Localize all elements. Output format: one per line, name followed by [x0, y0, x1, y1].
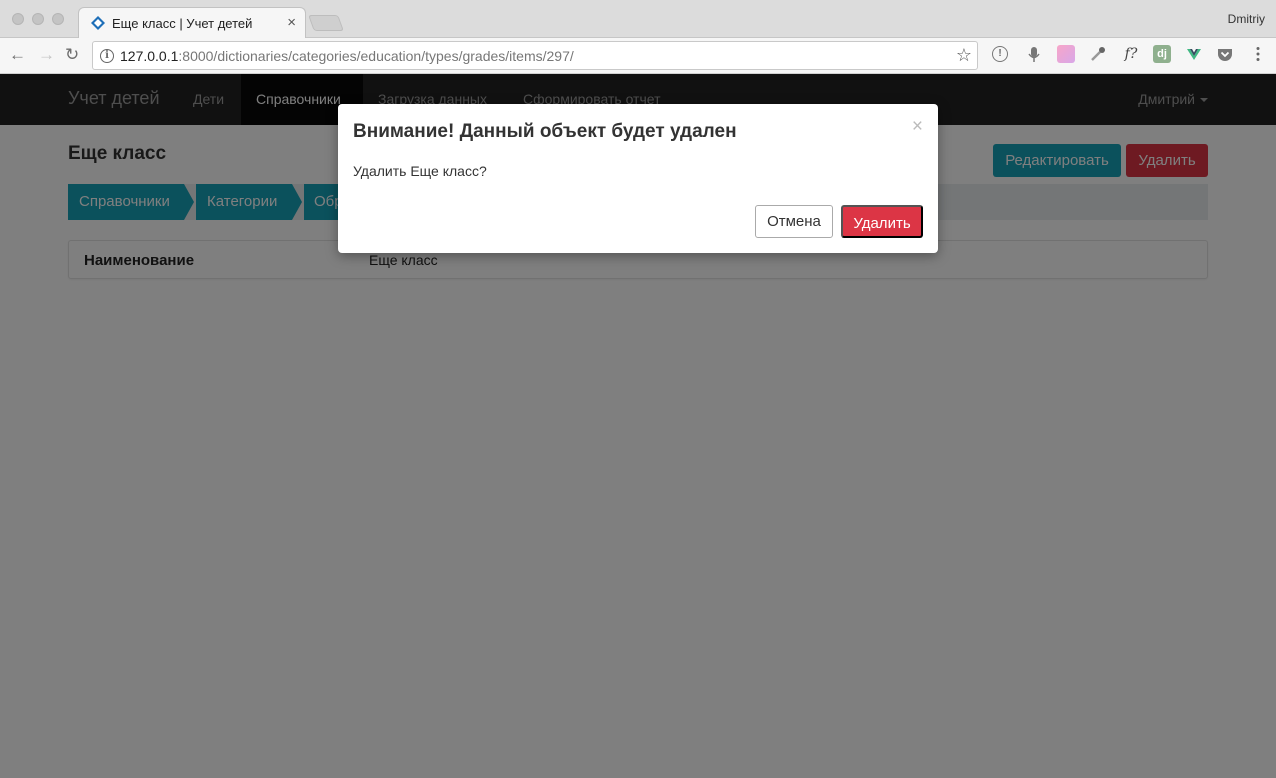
url-host: 127.0.0.1: [120, 48, 179, 64]
eyedropper-icon[interactable]: [1089, 45, 1107, 63]
browser-tab[interactable]: Еще класс | Учет детей ×: [78, 7, 306, 39]
tab-close-icon[interactable]: ×: [287, 14, 296, 31]
bookmark-star-icon[interactable]: ☆: [956, 45, 972, 66]
back-arrow-icon[interactable]: ←: [9, 46, 26, 64]
url-text[interactable]: 127.0.0.1:8000/dictionaries/categories/e…: [120, 48, 574, 64]
pocket-icon[interactable]: [1216, 45, 1234, 63]
close-window-icon[interactable]: [12, 13, 24, 25]
color-extension-icon[interactable]: [1057, 45, 1075, 63]
profile-name[interactable]: Dmitriy: [1228, 12, 1265, 26]
vue-devtools-icon[interactable]: [1185, 45, 1203, 63]
reload-icon[interactable]: ↻: [65, 46, 79, 64]
maximize-window-icon[interactable]: [52, 13, 64, 25]
forward-arrow-icon[interactable]: →: [38, 46, 55, 64]
password-extension-icon[interactable]: !: [992, 46, 1008, 62]
close-icon[interactable]: ×: [912, 117, 923, 136]
modal-title: Внимание! Данный объект будет удален: [353, 121, 737, 142]
new-tab-button[interactable]: [308, 15, 344, 31]
delete-confirm-modal: Внимание! Данный объект будет удален × У…: [338, 104, 938, 253]
microphone-icon[interactable]: [1025, 45, 1043, 63]
cancel-button[interactable]: Отмена: [755, 205, 833, 238]
page-content: Учет детей Дети Справочники Загрузка дан…: [0, 74, 1276, 778]
browser-titlebar: Еще класс | Учет детей × Dmitriy: [0, 0, 1276, 39]
address-bar[interactable]: i 127.0.0.1:8000/dictionaries/categories…: [92, 41, 978, 70]
site-info-icon[interactable]: i: [100, 49, 114, 63]
site-favicon-icon: [91, 16, 105, 30]
django-extension-icon[interactable]: dj: [1153, 45, 1171, 63]
modal-body-text: Удалить Еще класс?: [353, 163, 487, 179]
fx-extension-icon[interactable]: f?: [1119, 45, 1143, 63]
url-path: :8000/dictionaries/categories/education/…: [178, 48, 574, 64]
confirm-delete-button[interactable]: Удалить: [841, 205, 923, 238]
tab-title: Еще класс | Учет детей: [112, 16, 253, 31]
browser-toolbar: ← → ↻ i 127.0.0.1:8000/dictionaries/cate…: [0, 38, 1276, 74]
minimize-window-icon[interactable]: [32, 13, 44, 25]
browser-menu-icon[interactable]: [1249, 45, 1267, 63]
